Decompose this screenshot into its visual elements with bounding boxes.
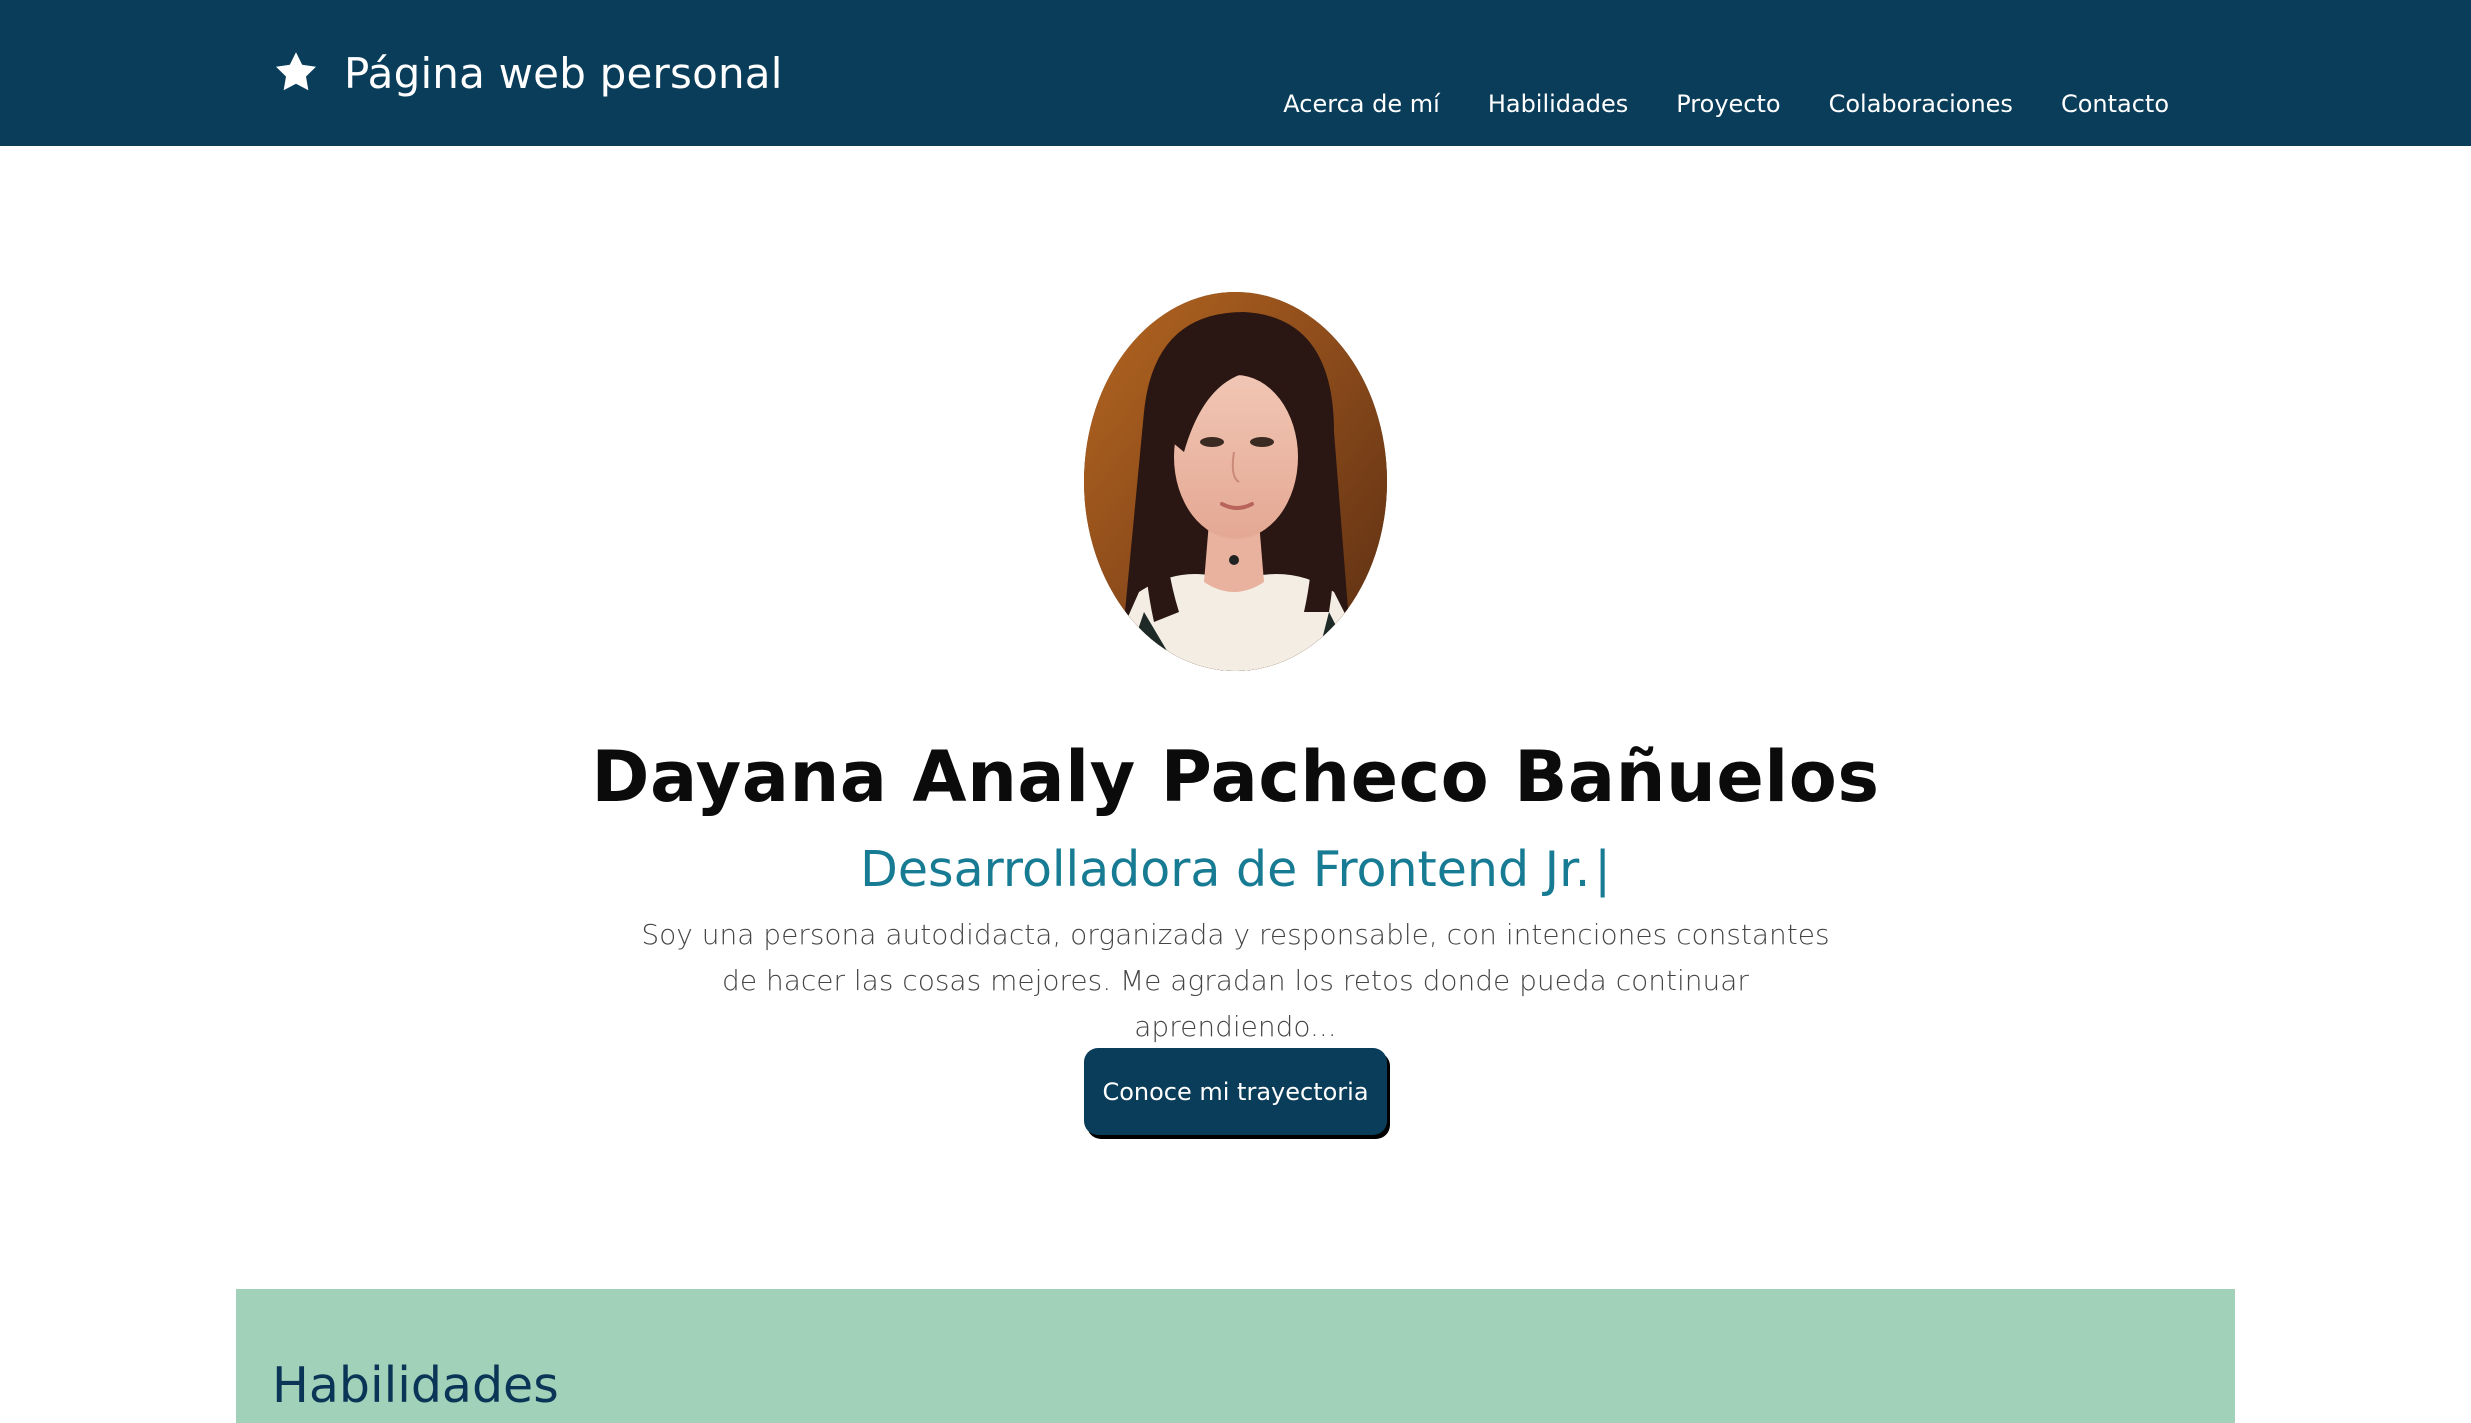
hero-name: Dayana Analy Pacheco Bañuelos bbox=[591, 736, 1880, 818]
nav-link-acerca[interactable]: Acerca de mí bbox=[1259, 84, 1464, 124]
avatar bbox=[1084, 292, 1387, 671]
skills-section: Habilidades bbox=[236, 1289, 2235, 1423]
star-icon bbox=[272, 49, 320, 97]
nav-link-contacto[interactable]: Contacto bbox=[2037, 84, 2193, 124]
hero-description: Soy una persona autodidacta, organizada … bbox=[641, 918, 1830, 1043]
top-navbar: Página web personal Acerca de mí Habilid… bbox=[0, 0, 2471, 146]
typing-cursor: | bbox=[1594, 841, 1611, 898]
brand-link[interactable]: Página web personal bbox=[272, 42, 783, 104]
skills-title: Habilidades bbox=[272, 1357, 559, 1414]
hero-section: Dayana Analy Pacheco Bañuelos Desarrolla… bbox=[0, 146, 2471, 1289]
cta-button[interactable]: Conoce mi trayectoria bbox=[1084, 1048, 1387, 1135]
nav-menu: Acerca de mí Habilidades Proyecto Colabo… bbox=[1259, 84, 2193, 124]
brand-title: Página web personal bbox=[344, 48, 783, 98]
hero-role: Desarrolladora de Frontend Jr.| bbox=[0, 841, 2471, 898]
nav-link-habilidades[interactable]: Habilidades bbox=[1464, 84, 1652, 124]
nav-link-colaboraciones[interactable]: Colaboraciones bbox=[1805, 84, 2037, 124]
nav-link-proyecto[interactable]: Proyecto bbox=[1652, 84, 1804, 124]
hero-role-text: Desarrolladora de Frontend Jr. bbox=[860, 841, 1591, 898]
